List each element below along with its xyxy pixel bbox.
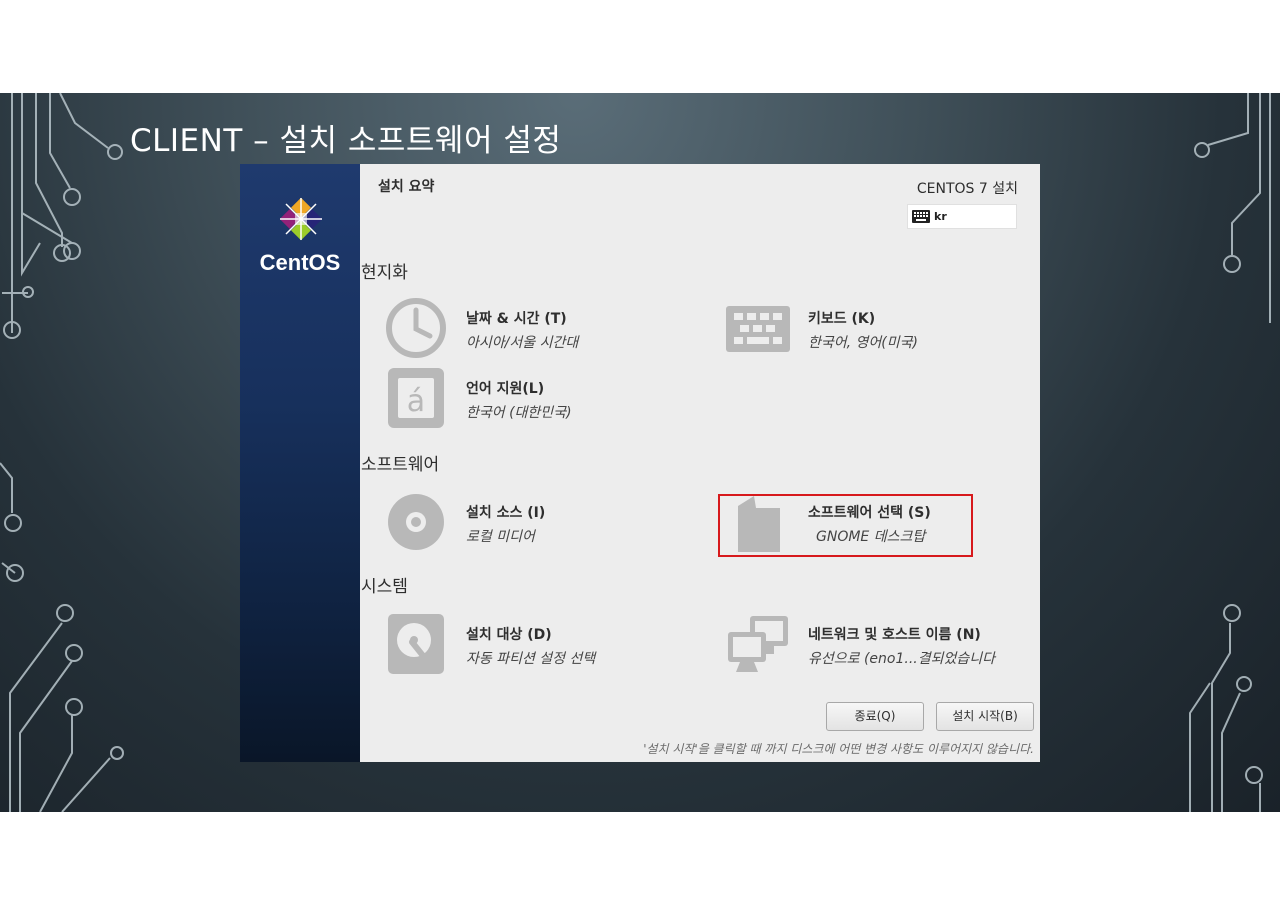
quit-button[interactable]: 종료(Q) — [826, 702, 924, 731]
section-software: 소프트웨어 — [361, 455, 440, 475]
slide-title: CLIENT – 설치 소프트웨어 설정 — [130, 123, 562, 159]
spoke-install-destination-title: 설치 대상 (D) — [466, 627, 552, 643]
spoke-language[interactable]: á 언어 지원(L) 한국어 (대한민국) — [384, 366, 664, 432]
keyboard-icon — [726, 306, 790, 352]
software-selection-highlight — [718, 494, 973, 557]
spoke-language-status: 한국어 (대한민국) — [466, 405, 572, 421]
spoke-network-status: 유선으로 (eno1...결되었습니다 — [808, 651, 996, 667]
installer-sidebar: CentOS — [240, 164, 360, 762]
spoke-install-source[interactable]: 설치 소스 (I) 로컬 미디어 — [384, 490, 664, 556]
spoke-datetime-title: 날짜 & 시간 (T) — [466, 311, 567, 327]
spoke-language-title: 언어 지원(L) — [466, 381, 545, 397]
language-icon: á — [388, 368, 444, 428]
spoke-install-destination-status: 자동 파티션 설정 선택 — [466, 651, 596, 667]
spoke-network[interactable]: 네트워크 및 호스트 이름 (N) 유선으로 (eno1...결되었습니다 — [726, 612, 1036, 678]
disc-icon — [388, 494, 444, 550]
spoke-datetime-status: 아시아/서울 시간대 — [466, 335, 579, 351]
spoke-keyboard-status: 한국어, 영어(미국) — [808, 335, 918, 351]
centos-logo-icon — [279, 197, 323, 241]
hard-disk-icon — [388, 614, 444, 674]
spoke-keyboard-title: 키보드 (K) — [808, 311, 876, 327]
keyboard-icon — [912, 210, 930, 223]
begin-installation-button[interactable]: 설치 시작(B) — [936, 702, 1034, 731]
network-icon — [728, 616, 788, 672]
slide-background: CLIENT – 설치 소프트웨어 설정 CentOS 설치 요약 CENTOS… — [0, 93, 1280, 812]
spoke-install-source-title: 설치 소스 (I) — [466, 505, 546, 521]
keyboard-layout-indicator[interactable]: kr — [907, 204, 1017, 229]
keyboard-layout-label: kr — [934, 210, 947, 223]
spoke-keyboard[interactable]: 키보드 (K) 한국어, 영어(미국) — [726, 296, 1026, 362]
svg-text:á: á — [407, 384, 425, 419]
product-title: CENTOS 7 설치 — [916, 181, 1018, 197]
section-localization: 현지화 — [361, 263, 408, 283]
section-system: 시스템 — [361, 577, 408, 597]
spoke-install-destination[interactable]: 설치 대상 (D) 자동 파티션 설정 선택 — [384, 612, 664, 678]
centos-brand-text: CentOS — [259, 250, 341, 275]
installer-header-title: 설치 요약 — [378, 179, 435, 195]
installer-window: CentOS 설치 요약 CENTOS 7 설치 kr 현지화 소프트웨어 시스… — [240, 164, 1040, 762]
spoke-network-title: 네트워크 및 호스트 이름 (N) — [808, 627, 981, 643]
spoke-install-source-status: 로컬 미디어 — [466, 529, 535, 545]
installer-footnote: '설치 시작'을 클릭할 때 까지 디스크에 어떤 변경 사항도 이루어지지 않… — [643, 742, 1034, 756]
clock-icon — [386, 298, 446, 358]
installer-main: 설치 요약 CENTOS 7 설치 kr 현지화 소프트웨어 시스템 날짜 & … — [360, 164, 1040, 762]
spoke-datetime[interactable]: 날짜 & 시간 (T) 아시아/서울 시간대 — [384, 296, 664, 362]
